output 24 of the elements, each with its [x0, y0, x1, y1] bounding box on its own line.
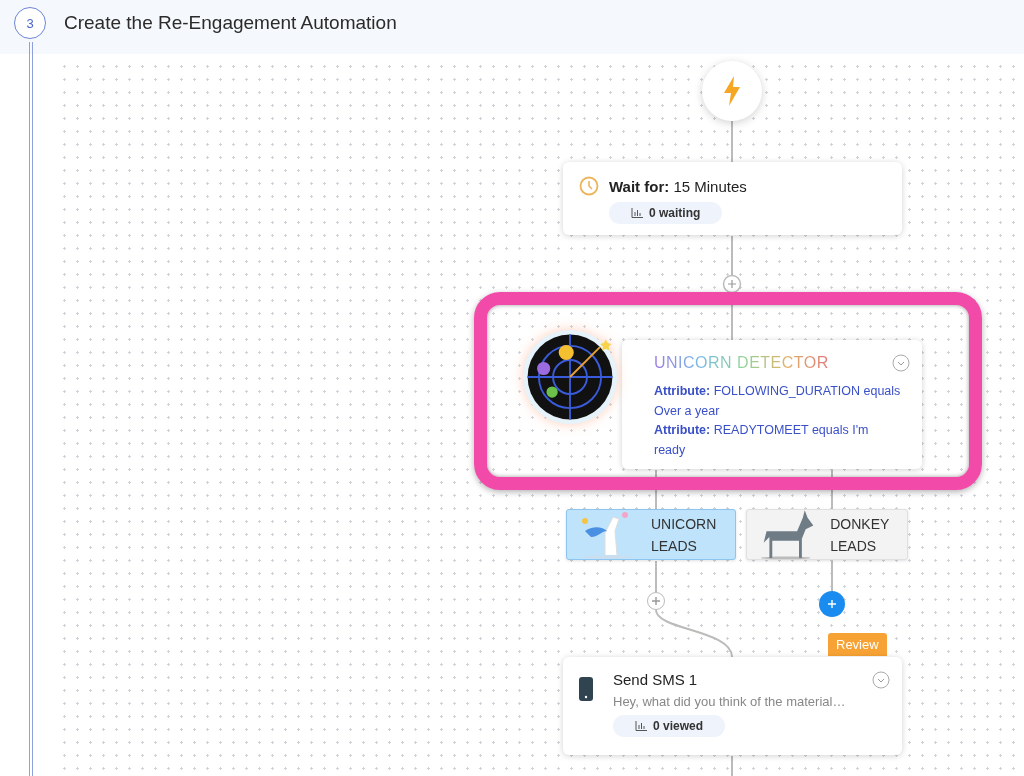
radar-icon [521, 328, 619, 426]
wait-text: Wait for: 15 Minutes [609, 177, 747, 195]
condition-text: Attribute: FOLLOWING_DURATION equals Over a year [654, 383, 902, 420]
plus-icon [827, 599, 837, 609]
bar-chart-icon [631, 208, 643, 218]
sms-card[interactable]: Send SMS 1 Hey, what did you think of the material… 0 viewed [563, 657, 902, 755]
step-title: Create the Re-Engagement Automation [64, 12, 397, 34]
branch-card[interactable]: DONKEY LEADS [746, 509, 908, 560]
step-number: 3 [14, 7, 46, 39]
branch-card[interactable]: UNICORN LEADS [566, 509, 736, 560]
bar-chart-icon [635, 721, 647, 731]
condition-text: Attribute: READYTOMEET equals I'm ready [654, 422, 870, 459]
stat-pill: 0 waiting [609, 202, 723, 224]
expand-icon[interactable] [872, 671, 890, 689]
sms-preview: Hey, what did you think of the material… [613, 694, 846, 709]
clock-icon [579, 176, 599, 196]
phone-icon [579, 677, 593, 701]
review-badge: Review [828, 633, 887, 656]
stat-pill: 0 viewed [613, 715, 726, 737]
lightning-icon [722, 76, 742, 106]
expand-icon[interactable] [892, 354, 910, 372]
plus-icon [651, 596, 661, 606]
wait-card[interactable]: Wait for: 15 Minutes 0 waiting [563, 162, 902, 235]
sms-title: Send SMS 1 [613, 671, 699, 688]
